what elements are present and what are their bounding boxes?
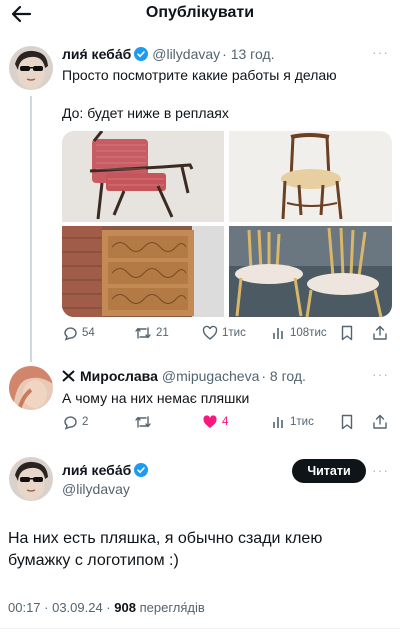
- share-icon: [373, 325, 387, 340]
- views-chart-icon: [273, 417, 283, 428]
- avatar[interactable]: [9, 366, 53, 410]
- media-grid[interactable]: [62, 131, 392, 317]
- photo-chair[interactable]: [229, 131, 392, 222]
- views-count: 108тис: [290, 327, 327, 339]
- reply-button[interactable]: 2: [62, 414, 88, 430]
- username[interactable]: @mipugacheva: [162, 368, 260, 384]
- main-tweet-text: На них есть пляшка, я обычно сзади клею …: [8, 530, 323, 569]
- like-count: 1тис: [222, 327, 246, 339]
- bookmark-button[interactable]: [340, 325, 354, 341]
- views-count: 908: [114, 600, 136, 615]
- x-logo-icon: [62, 370, 75, 382]
- like-count: 4: [222, 416, 229, 428]
- timestamp[interactable]: · 8 год.: [261, 368, 306, 384]
- retweet-button[interactable]: [134, 414, 152, 430]
- tweet-meta: 00:17 · 03.09.24 · 908 перегля́дів: [8, 600, 205, 615]
- bookmark-icon: [341, 414, 353, 430]
- bookmark-icon: [341, 325, 353, 341]
- reply-icon: [64, 327, 77, 341]
- verified-badge-icon: [134, 463, 149, 477]
- more-options-icon[interactable]: ···: [372, 462, 389, 478]
- retweet-icon: [135, 416, 151, 428]
- top-bar: Опублікувати: [0, 0, 400, 30]
- thread-line: [30, 96, 32, 362]
- reply-button[interactable]: 54: [62, 325, 95, 341]
- page-title: Опублікувати: [145, 4, 255, 21]
- tweet-header: Мирослава @mipugacheva · 8 год.: [62, 368, 306, 384]
- tweet-header: лия́ кеба́б @lilydavay · 13 год.: [62, 46, 275, 62]
- retweet-icon: [135, 327, 151, 339]
- tweet-header: лия́ кеба́б: [62, 462, 149, 478]
- follow-button[interactable]: Читати: [292, 459, 366, 483]
- share-button[interactable]: [372, 325, 388, 341]
- photo-two-chairs[interactable]: [229, 226, 392, 317]
- divider: [0, 628, 400, 629]
- bookmark-button[interactable]: [340, 414, 354, 430]
- username[interactable]: @lilydavay: [152, 46, 220, 62]
- heart-icon: [202, 325, 218, 340]
- timestamp[interactable]: · 13 год.: [222, 46, 274, 62]
- reply-icon: [64, 416, 77, 430]
- display-name[interactable]: лия́ кеба́б: [62, 46, 131, 62]
- tweet-actions: 2 4 1тис: [62, 414, 392, 434]
- views-label: перегля́дів: [139, 600, 205, 615]
- share-button[interactable]: [372, 414, 388, 430]
- tweet-text-second-line: До: будет ниже в реплаях: [62, 105, 229, 121]
- more-options-icon[interactable]: ···: [372, 366, 389, 382]
- views-button[interactable]: 108тис: [272, 325, 327, 341]
- tweet-actions: 54 21 1тис 108тис: [62, 325, 392, 345]
- heart-filled-icon: [203, 415, 217, 428]
- reply-count: 54: [82, 327, 95, 339]
- reply-count: 2: [82, 416, 89, 428]
- retweet-button[interactable]: 21: [134, 325, 169, 341]
- like-button[interactable]: 1тис: [202, 325, 246, 341]
- display-name[interactable]: лия́ кеба́б: [62, 462, 131, 478]
- avatar[interactable]: [9, 457, 53, 501]
- photo-carved-cabinet[interactable]: [62, 226, 224, 317]
- verified-badge-icon: [134, 47, 149, 61]
- avatar[interactable]: [9, 46, 53, 90]
- share-icon: [373, 414, 387, 429]
- display-name[interactable]: Мирослава: [80, 368, 158, 384]
- tweet-text: Просто посмотрите какие работы я делаю: [62, 67, 337, 83]
- retweet-count: 21: [156, 327, 169, 339]
- views-button[interactable]: 1тис: [272, 414, 314, 430]
- post-timestamp[interactable]: 00:17 · 03.09.24 ·: [8, 600, 111, 615]
- username[interactable]: @lilydavay: [62, 481, 130, 497]
- views-count: 1тис: [290, 416, 314, 428]
- tweet-text: А чому на них немає пляшки: [62, 390, 250, 406]
- photo-armchair[interactable]: [62, 131, 224, 222]
- views-chart-icon: [273, 328, 283, 339]
- like-button[interactable]: 4: [202, 414, 228, 430]
- more-options-icon[interactable]: ···: [372, 44, 389, 60]
